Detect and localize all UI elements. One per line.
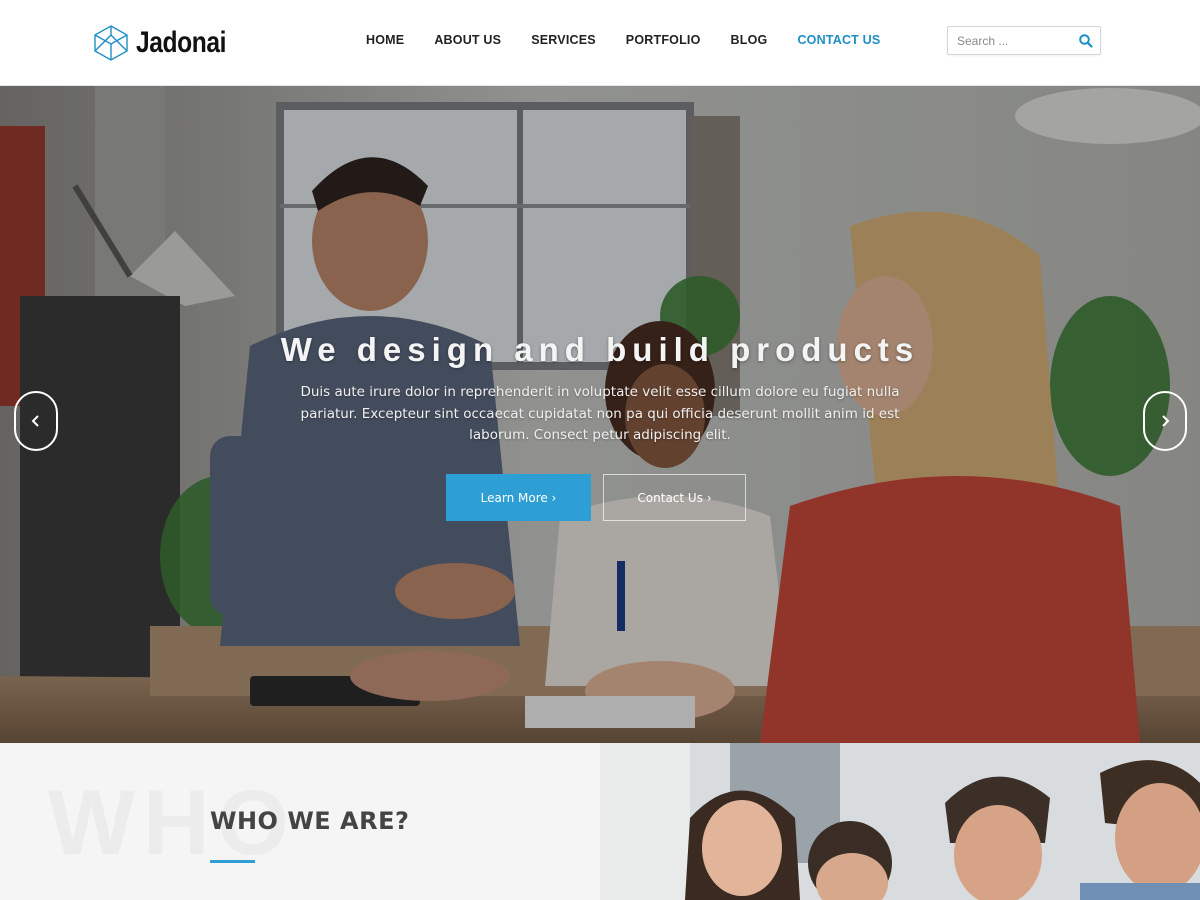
main-nav: HOME ABOUT US SERVICES PORTFOLIO BLOG CO… xyxy=(366,33,910,47)
nav-contact-us[interactable]: CONTACT US xyxy=(797,33,880,47)
title-underline xyxy=(210,860,255,863)
learn-more-button[interactable]: Learn More › xyxy=(446,474,591,521)
nav-about-us[interactable]: ABOUT US xyxy=(434,33,501,47)
team-photo xyxy=(600,743,1200,900)
learn-more-label: Learn More › xyxy=(480,490,557,505)
slider-prev-button[interactable] xyxy=(14,391,58,451)
nav-blog[interactable]: BLOG xyxy=(731,33,768,47)
cube-logo-icon xyxy=(94,25,128,61)
search-box xyxy=(947,26,1101,55)
team-photo-image xyxy=(600,743,1200,900)
section-title: WHO WE ARE? xyxy=(210,807,410,835)
contact-us-button[interactable]: Contact Us › xyxy=(603,474,746,521)
nav-home[interactable]: HOME xyxy=(366,33,404,47)
search-icon[interactable] xyxy=(1078,33,1094,49)
who-we-are-section: WHO WHO WE ARE? xyxy=(0,743,600,900)
brand-name: Jadonai xyxy=(136,26,227,59)
hero-slider: We design and build products Duis aute i… xyxy=(0,86,1200,743)
contact-us-label: Contact Us › xyxy=(637,490,712,505)
nav-services[interactable]: SERVICES xyxy=(531,33,596,47)
site-header: Jadonai HOME ABOUT US SERVICES PORTFOLIO… xyxy=(0,0,1200,86)
hero-description: Duis aute irure dolor in reprehenderit i… xyxy=(300,384,900,443)
nav-portfolio[interactable]: PORTFOLIO xyxy=(626,33,701,47)
slider-next-button[interactable] xyxy=(1143,391,1187,451)
search-input[interactable] xyxy=(948,27,1076,54)
chevron-left-icon xyxy=(31,415,39,427)
hero-title: We design and build products xyxy=(280,331,920,368)
site-logo[interactable]: Jadonai xyxy=(92,23,246,63)
chevron-right-icon xyxy=(1162,415,1170,427)
